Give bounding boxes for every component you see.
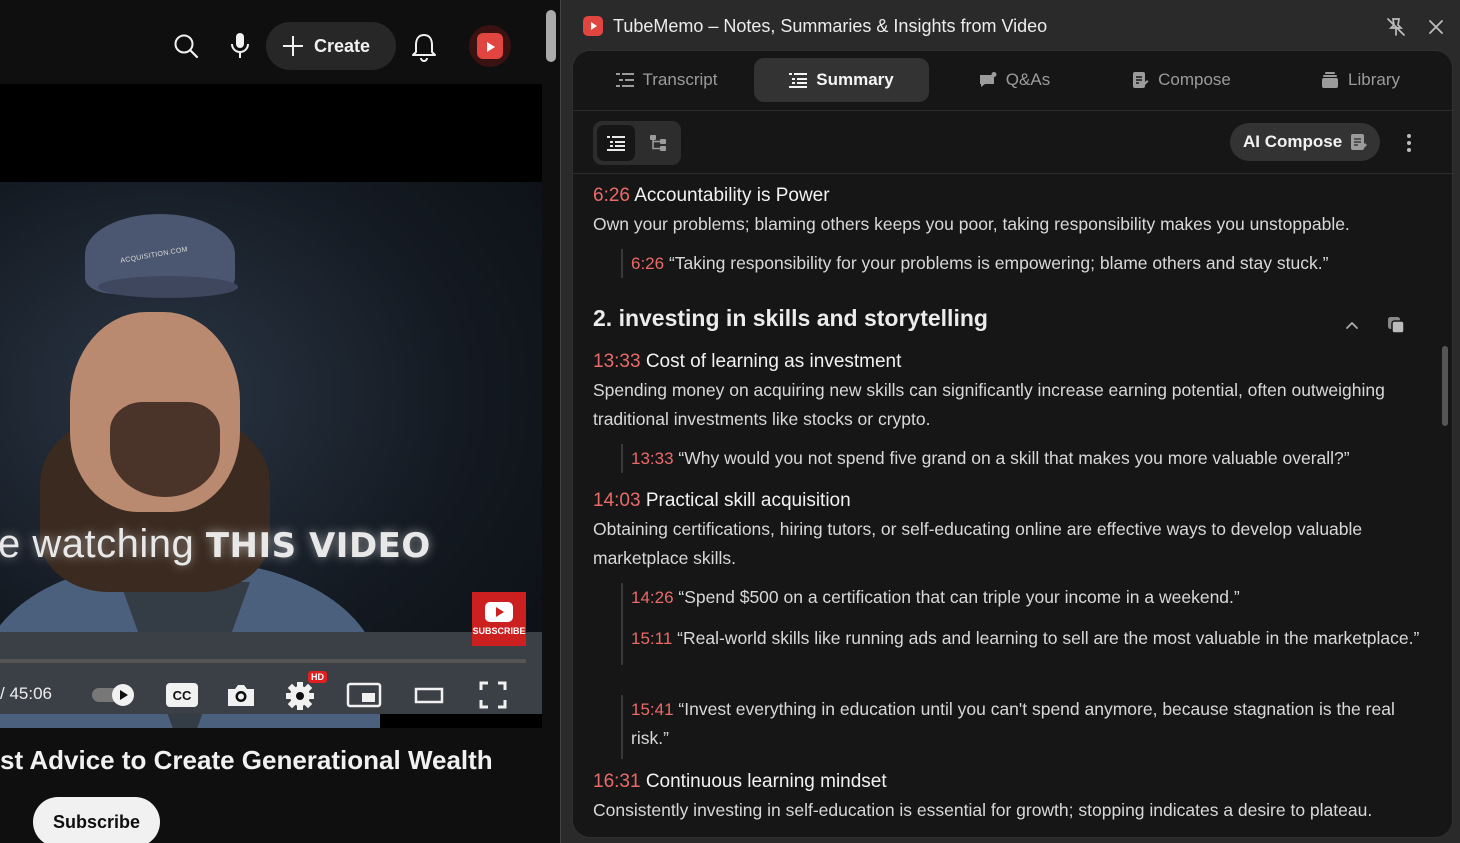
search-icon[interactable] (168, 28, 204, 64)
timestamp-link[interactable]: 16:31 (593, 771, 641, 792)
summary-point-description: Obtaining certifications, hiring tutors,… (593, 519, 1363, 568)
list-view-button[interactable] (597, 125, 635, 161)
tubememo-panel: TubeMemo – Notes, Summaries & Insights f… (560, 0, 1460, 843)
youtube-logo-icon (485, 602, 513, 622)
timestamp-link[interactable]: 6:26 (593, 185, 630, 206)
summary-point-title: 6:26 Accountability is Power (593, 185, 830, 206)
tab-compose[interactable]: Compose (1101, 58, 1261, 102)
timestamp-link[interactable]: 15:41 (631, 700, 674, 719)
ai-compose-icon (1351, 134, 1368, 150)
summary-point-description: Consistently investing in self-education… (593, 800, 1373, 820)
notifications-bell-icon[interactable] (405, 28, 443, 66)
video-overlay-text: e watching THIS VIDEO (0, 522, 431, 566)
youtube-page: Create ACQUISITION.COM e watching THIS V… (0, 0, 560, 843)
summary-quote: 15:41 “Invest everything in education un… (621, 695, 1421, 759)
video-frame: ACQUISITION.COM e watching THIS VIDEO SU… (0, 182, 542, 728)
fullscreen-icon[interactable] (477, 677, 509, 713)
timestamp-link[interactable]: 6:26 (631, 254, 664, 273)
transcript-icon (615, 73, 634, 87)
mindmap-view-button[interactable] (639, 125, 677, 161)
unpin-icon[interactable] (1384, 15, 1408, 39)
library-icon (1322, 72, 1339, 88)
close-icon[interactable] (1424, 15, 1448, 39)
summary-point-title: 13:33 Cost of learning as investment (593, 351, 902, 372)
tab-summary[interactable]: Summary (754, 58, 929, 102)
plus-icon (283, 36, 303, 56)
page-scrollbar[interactable] (546, 10, 556, 62)
screenshot-camera-icon[interactable] (225, 677, 257, 713)
list-view-icon (607, 136, 625, 151)
collapse-chevron-up-icon[interactable] (1341, 314, 1363, 336)
compose-icon (1133, 72, 1149, 88)
panel-header: TubeMemo – Notes, Summaries & Insights f… (561, 0, 1460, 52)
summary-quote: 15:11 “Real-world skills like running ad… (621, 624, 1421, 665)
video-subscribe-watermark[interactable]: SUBSCRIBE (472, 592, 526, 646)
tubememo-extension-icon[interactable] (469, 25, 511, 67)
tubememo-logo-icon (583, 16, 603, 36)
timestamp-link[interactable]: 14:03 (593, 490, 641, 511)
create-label: Create (314, 35, 371, 56)
time-display: / 45:06 (0, 684, 52, 703)
tab-qas[interactable]: Q&As (943, 58, 1086, 102)
autoplay-toggle[interactable] (90, 677, 136, 713)
section-title: 2. investing in skills and storytelling (593, 305, 988, 331)
microphone-icon[interactable] (222, 28, 258, 64)
summary-quote: 6:26 “Taking responsibility for your pro… (621, 249, 1421, 278)
create-button[interactable]: Create (266, 22, 396, 70)
summary-card: Transcript Summary Q&As Compose Library (572, 50, 1453, 838)
summary-point-title: 16:31 Continuous learning mindset (593, 771, 887, 792)
video-progress-bar[interactable] (0, 659, 526, 663)
summary-toolbar: AI Compose (573, 112, 1452, 174)
qa-icon (979, 72, 997, 87)
tab-bar: Transcript Summary Q&As Compose Library (573, 51, 1452, 111)
summary-quote: 14:26 “Spend $500 on a certification tha… (621, 583, 1421, 624)
video-title[interactable]: st Advice to Create Generational Wealth (0, 745, 493, 776)
summary-point-description: Own your problems; blaming others keeps … (593, 214, 1350, 234)
summary-quote: 13:33 “Why would you not spend five gran… (621, 444, 1421, 473)
timestamp-link[interactable]: 13:33 (593, 351, 641, 372)
view-mode-toggle (593, 121, 681, 165)
timestamp-link[interactable]: 13:33 (631, 449, 674, 468)
summary-point-title: 14:03 Practical skill acquisition (593, 490, 851, 511)
tab-transcript[interactable]: Transcript (595, 58, 738, 102)
video-player[interactable]: ACQUISITION.COM e watching THIS VIDEO SU… (0, 84, 542, 728)
youtube-topbar: Create (0, 0, 545, 84)
more-options-icon[interactable] (1401, 130, 1417, 156)
content-scrollbar[interactable] (1442, 346, 1448, 426)
ai-compose-button[interactable]: AI Compose (1230, 123, 1380, 161)
miniplayer-icon[interactable] (346, 677, 382, 713)
summary-content: 6:26 Accountability is Power Own your pr… (573, 175, 1452, 837)
timestamp-link[interactable]: 15:11 (631, 629, 672, 648)
tab-library[interactable]: Library (1283, 58, 1438, 102)
copy-icon[interactable] (1385, 314, 1407, 336)
settings-gear-icon[interactable]: HD (284, 671, 327, 713)
panel-title: TubeMemo – Notes, Summaries & Insights f… (613, 16, 1048, 36)
subscribe-button[interactable]: Subscribe (33, 797, 160, 843)
timestamp-link[interactable]: 14:26 (631, 588, 674, 607)
theater-mode-icon[interactable] (413, 677, 445, 713)
summary-icon (789, 73, 808, 88)
summary-point-description: Spending money on acquiring new skills c… (593, 380, 1385, 429)
hd-badge: HD (308, 671, 327, 683)
player-controls: / 45:06 CC HD (0, 671, 542, 716)
mindmap-icon (650, 135, 666, 151)
captions-button[interactable]: CC (166, 677, 198, 713)
